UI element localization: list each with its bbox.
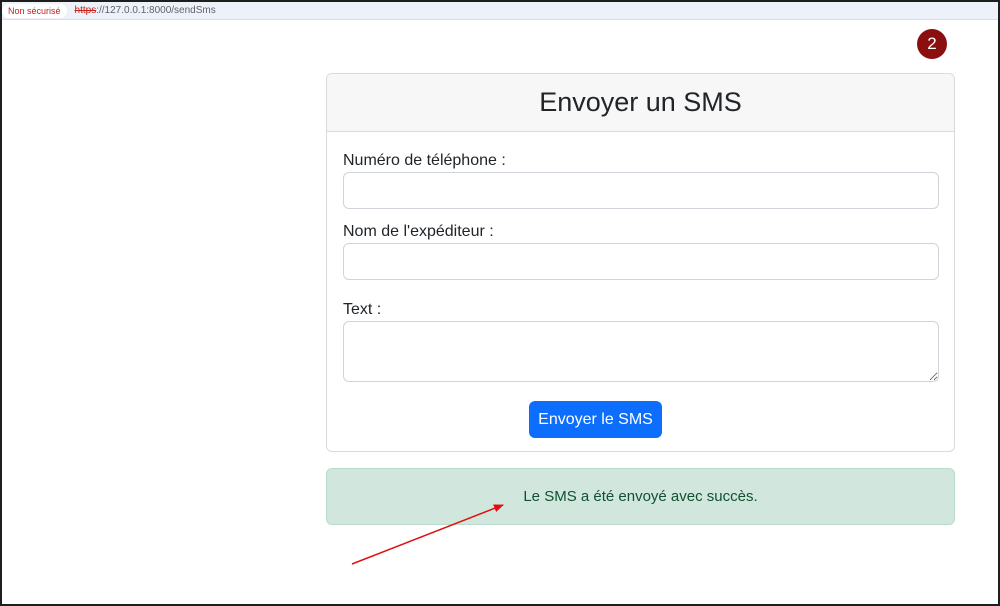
step-number-badge: 2 (917, 29, 947, 59)
security-indicator[interactable]: Non sécurisé (2, 3, 67, 18)
success-alert: Le SMS a été envoyé avec succès. (326, 468, 955, 525)
page-title: Envoyer un SMS (539, 87, 742, 117)
url-scheme: https (74, 5, 97, 16)
text-label: Text : (343, 301, 382, 318)
url-text[interactable]: https://127.0.0.1:8000/sendSms (75, 5, 216, 16)
success-message: Le SMS a été envoyé avec succès. (523, 488, 758, 505)
sender-name-label: Nom de l'expéditeur : (343, 223, 494, 240)
send-sms-button[interactable]: Envoyer le SMS (529, 401, 662, 438)
phone-number-input[interactable] (343, 172, 939, 209)
sender-name-input[interactable] (343, 243, 939, 280)
phone-label: Numéro de téléphone : (343, 152, 506, 169)
address-bar[interactable]: Non sécurisé https://127.0.0.1:8000/send… (2, 2, 998, 20)
card-header: Envoyer un SMS (327, 74, 954, 132)
sms-form-card: Envoyer un SMS Numéro de téléphone : Nom… (326, 73, 955, 452)
url-path: ://127.0.0.1:8000/sendSms (96, 5, 216, 16)
message-text-area[interactable] (343, 321, 939, 382)
